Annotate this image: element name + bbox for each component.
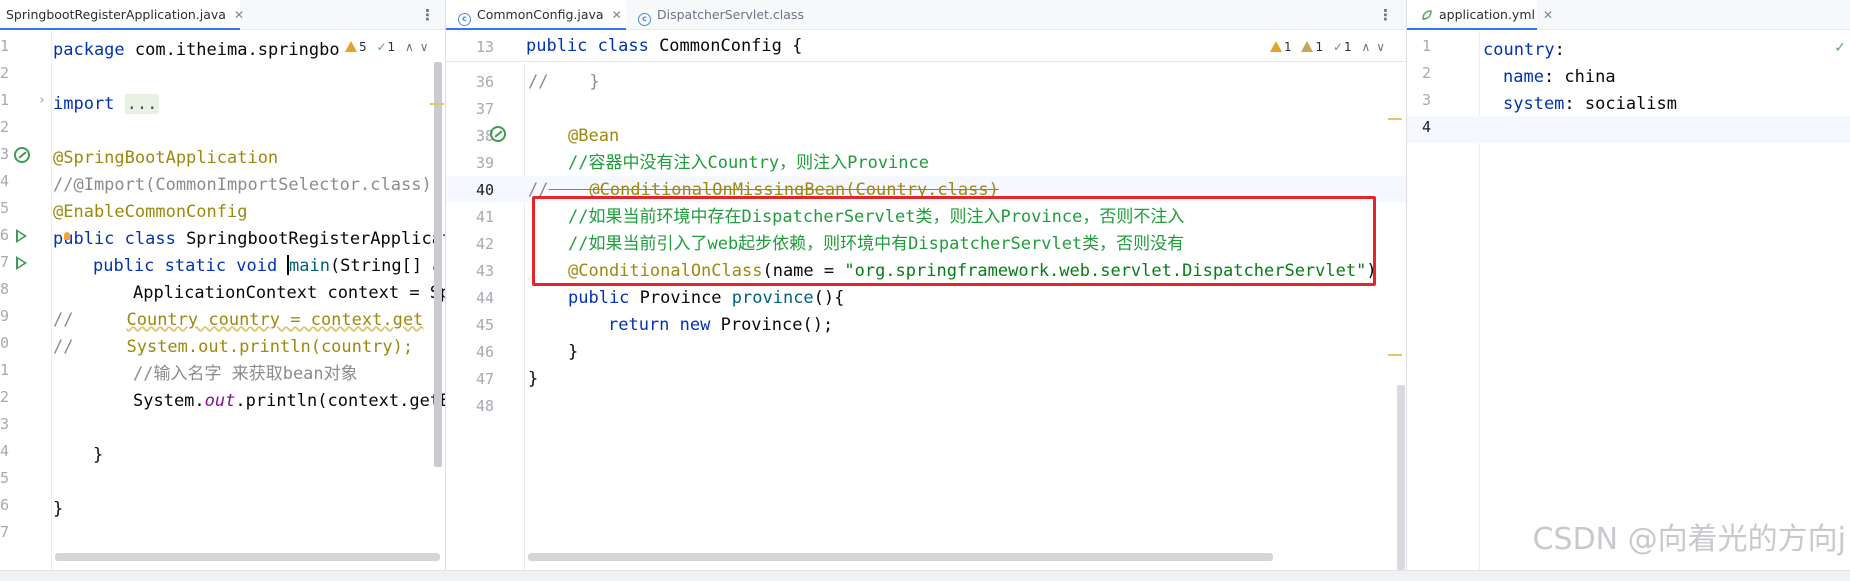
class-file-icon: c [458,13,471,26]
code-line: //容器中没有注入Country，则注入Province [568,153,929,173]
code-line: @EnableCommonConfig [53,202,248,222]
code-line: //Country country = context.get [53,310,424,330]
yaml-line: system: socialism [1503,94,1678,114]
code-area-left[interactable]: package com.itheima.springbo import ... … [0,31,445,570]
error-stripe-marker [1388,118,1402,120]
bulb-icon[interactable] [64,232,70,240]
editor-pane-left: SpringbootRegisterApplication.java ✕ ⋮ 1 … [0,0,445,570]
tab-label: SpringbootRegisterApplication.java [6,7,226,22]
status-strip [0,570,1850,581]
watermark: CSDN @向着光的方向j [1532,522,1846,557]
code-line: } [568,342,579,362]
code-line: } [53,499,64,519]
code-line: //System.out.println(country); [53,337,414,357]
error-stripe-marker [1388,354,1402,356]
tab-bar-left: SpringbootRegisterApplication.java ✕ ⋮ [0,0,445,30]
horizontal-scrollbar[interactable] [55,553,440,561]
editor-pane-right: application.yml ✕ ✓ 1 2 3 4 country: name… [1407,0,1850,570]
close-icon[interactable]: ✕ [234,8,244,22]
code-line: return new Province(); [608,315,834,335]
vertical-scrollbar[interactable] [434,62,442,467]
code-line: @Bean [568,126,620,146]
class-file-icon: c [638,13,651,26]
code-area-middle[interactable]: // } @Bean //容器中没有注入Country，则注入Province … [446,31,1406,570]
code-line: public static void main(String[] ar [93,255,445,276]
tab-dispatcher-servlet[interactable]: c DispatcherServlet.class [632,0,812,30]
error-stripe-marker [430,103,444,105]
code-line: import ... [53,94,160,114]
code-area-right[interactable]: country: name: china system: socialism [1407,31,1850,570]
tab-springboot-register-application[interactable]: SpringbootRegisterApplication.java ✕ [0,0,244,30]
code-line: //输入名字 来获取bean对象 [133,364,358,384]
tab-common-config[interactable]: c CommonConfig.java ✕ [446,0,626,30]
more-icon[interactable]: ⋮ [1378,0,1393,30]
close-icon[interactable]: ✕ [612,8,622,22]
code-line: System.out.println(context.getB [133,391,445,411]
close-icon[interactable]: ✕ [1543,8,1553,22]
code-line: // } [528,72,600,92]
code-line: } [93,445,104,465]
code-line: public Province province(){ [568,288,845,308]
yaml-line: name: china [1503,67,1616,87]
tab-bar-middle: c CommonConfig.java ✕ c DispatcherServlet.c… [446,0,1406,30]
code-line: //@Import(CommonImportSelector.class) [53,175,432,195]
code-line: } [528,369,539,389]
code-line: @SpringBootApplication [53,148,279,168]
vertical-scrollbar[interactable] [1397,385,1405,570]
tab-application-yml[interactable]: application.yml ✕ [1407,0,1553,30]
more-icon[interactable]: ⋮ [420,0,435,30]
yaml-line: country: [1483,40,1565,60]
tab-label: DispatcherServlet.class [657,7,804,22]
highlight-annotation-box [532,196,1376,286]
spring-yaml-icon [1422,10,1432,20]
code-line: ApplicationContext context = Sp [133,283,445,303]
code-line: public class SpringbootRegisterApplicat [53,229,445,249]
tab-label: application.yml [1439,7,1535,22]
code-line: package com.itheima.springbo [53,40,340,60]
tab-bar-right: application.yml ✕ [1407,0,1850,30]
horizontal-scrollbar[interactable] [528,553,1273,561]
tab-label: CommonConfig.java [477,7,604,22]
